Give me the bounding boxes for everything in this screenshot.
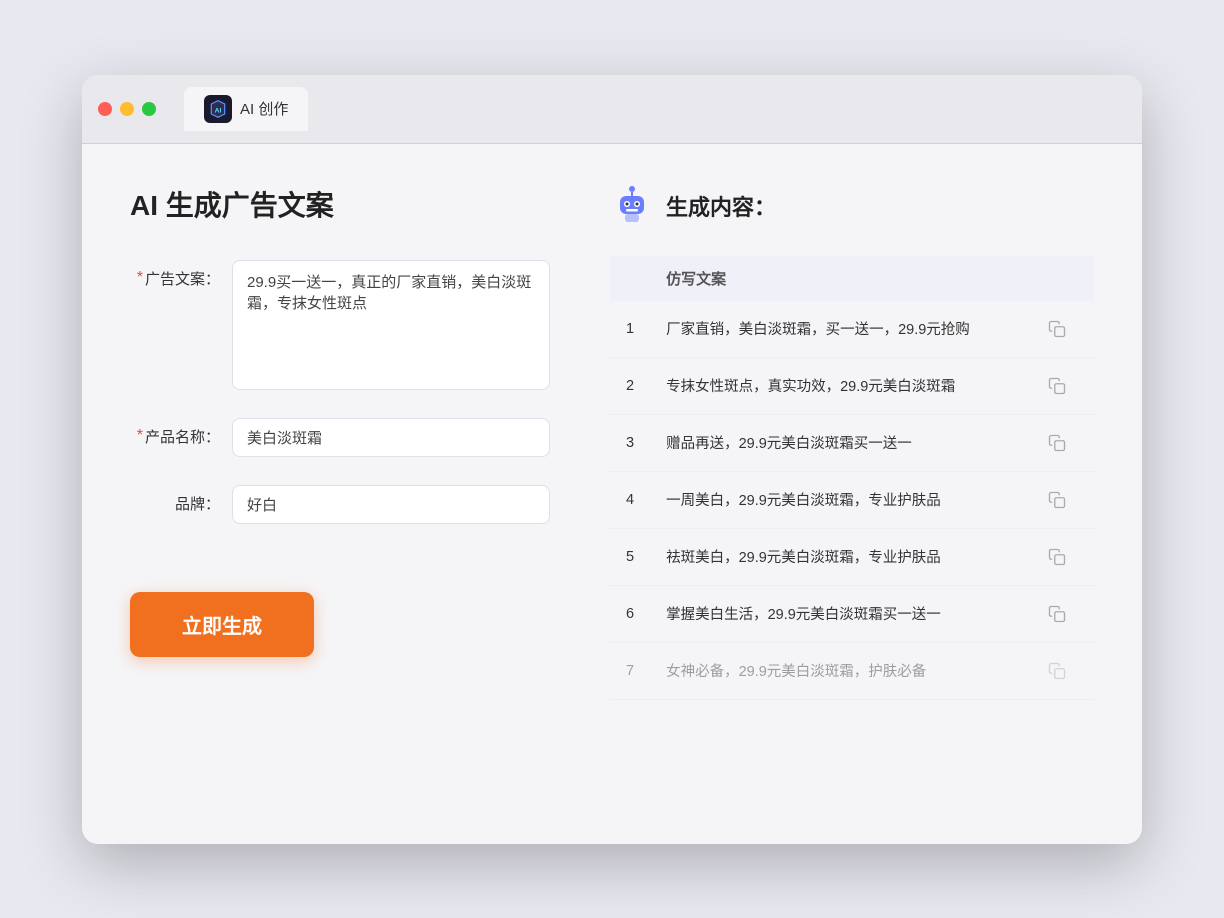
table-header: 仿写文案 [610,256,1094,301]
svg-text:AI: AI [215,107,222,114]
row-number: 6 [610,585,650,642]
copy-icon[interactable] [1043,429,1071,457]
results-table: 仿写文案 1 厂家直销，美白淡斑霜，买一送一，29.9元抢购 2 专抹女性斑点， [610,256,1094,700]
col-num [610,256,650,301]
copy-action[interactable] [1027,585,1094,642]
table-row: 2 专抹女性斑点，真实功效，29.9元美白淡斑霜 [610,357,1094,414]
ad-copy-required: * [137,269,143,287]
ad-copy-group: * 广告文案： 29.9买一送一，真正的厂家直销，美白淡斑霜，专抹女性斑点 [130,260,550,390]
ad-copy-label: * 广告文案： [130,260,220,289]
table-row: 5 祛斑美白，29.9元美白淡斑霜，专业护肤品 [610,528,1094,585]
copy-action[interactable] [1027,414,1094,471]
product-name-group: * 产品名称： [130,418,550,457]
row-text: 赠品再送，29.9元美白淡斑霜买一送一 [650,414,1027,471]
right-header: 生成内容： [610,184,1094,228]
copy-icon[interactable] [1043,600,1071,628]
row-text: 厂家直销，美白淡斑霜，买一送一，29.9元抢购 [650,301,1027,358]
table-row: 1 厂家直销，美白淡斑霜，买一送一，29.9元抢购 [610,301,1094,358]
generate-button[interactable]: 立即生成 [130,592,314,657]
copy-icon[interactable] [1043,543,1071,571]
col-action [1027,256,1094,301]
product-required: * [137,427,143,445]
right-title: 生成内容： [666,190,776,222]
copy-action[interactable] [1027,301,1094,358]
copy-icon[interactable] [1043,372,1071,400]
brand-label: 品牌： [130,485,220,514]
right-panel: 生成内容： 仿写文案 1 厂家直销，美白淡斑霜，买一送一，29.9元抢购 [610,184,1094,804]
row-number: 7 [610,642,650,699]
ai-tab[interactable]: AI AI 创作 [184,87,308,131]
copy-icon[interactable] [1043,486,1071,514]
robot-icon [610,184,654,228]
table-row: 3 赠品再送，29.9元美白淡斑霜买一送一 [610,414,1094,471]
title-bar: AI AI 创作 [82,75,1142,144]
row-number: 5 [610,528,650,585]
product-label-text: 产品名称： [145,426,220,447]
traffic-lights [98,102,156,116]
copy-icon[interactable] [1043,315,1071,343]
table-row: 4 一周美白，29.9元美白淡斑霜，专业护肤品 [610,471,1094,528]
copy-action[interactable] [1027,471,1094,528]
table-row: 6 掌握美白生活，29.9元美白淡斑霜买一送一 [610,585,1094,642]
left-panel: AI 生成广告文案 * 广告文案： 29.9买一送一，真正的厂家直销，美白淡斑霜… [130,184,550,804]
row-number: 2 [610,357,650,414]
copy-action[interactable] [1027,528,1094,585]
results-body: 1 厂家直销，美白淡斑霜，买一送一，29.9元抢购 2 专抹女性斑点，真实功效，… [610,301,1094,700]
table-row: 7 女神必备，29.9元美白淡斑霜，护肤必备 [610,642,1094,699]
close-button[interactable] [98,102,112,116]
page-title: AI 生成广告文案 [130,184,550,224]
brand-input[interactable] [232,485,550,524]
row-number: 1 [610,301,650,358]
product-label: * 产品名称： [130,418,220,447]
col-copy: 仿写文案 [650,256,1027,301]
row-number: 3 [610,414,650,471]
maximize-button[interactable] [142,102,156,116]
browser-window: AI AI 创作 AI 生成广告文案 * 广告文案： 29.9买一送一，真正的厂… [82,75,1142,844]
copy-icon[interactable] [1043,657,1071,685]
brand-label-text: 品牌： [175,493,220,514]
row-text: 女神必备，29.9元美白淡斑霜，护肤必备 [650,642,1027,699]
ai-tab-label: AI 创作 [240,98,288,119]
row-text: 专抹女性斑点，真实功效，29.9元美白淡斑霜 [650,357,1027,414]
copy-action[interactable] [1027,357,1094,414]
ad-copy-input[interactable]: 29.9买一送一，真正的厂家直销，美白淡斑霜，专抹女性斑点 [232,260,550,390]
row-number: 4 [610,471,650,528]
row-text: 祛斑美白，29.9元美白淡斑霜，专业护肤品 [650,528,1027,585]
copy-action[interactable] [1027,642,1094,699]
ai-tab-icon: AI [204,95,232,123]
main-content: AI 生成广告文案 * 广告文案： 29.9买一送一，真正的厂家直销，美白淡斑霜… [82,144,1142,844]
brand-group: 品牌： [130,485,550,524]
row-text: 一周美白，29.9元美白淡斑霜，专业护肤品 [650,471,1027,528]
ad-copy-label-text: 广告文案： [145,268,220,289]
row-text: 掌握美白生活，29.9元美白淡斑霜买一送一 [650,585,1027,642]
product-input[interactable] [232,418,550,457]
minimize-button[interactable] [120,102,134,116]
